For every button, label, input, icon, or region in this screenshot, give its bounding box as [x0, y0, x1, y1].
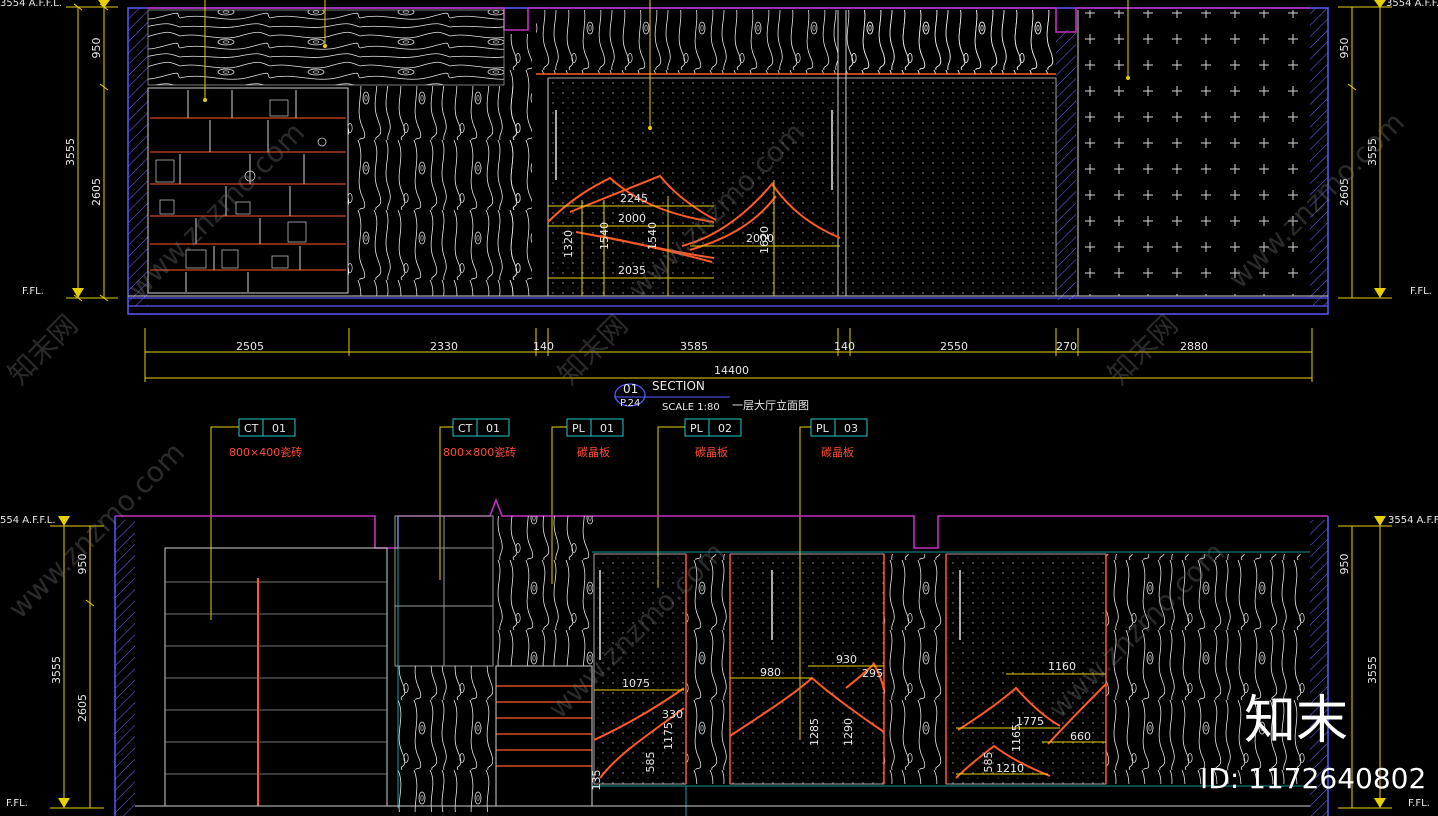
bottom-right-floor-label: F.FL. [1408, 798, 1430, 809]
dim-text: 135 [590, 770, 603, 791]
dim-text: 2605 [76, 694, 89, 722]
dim-text: 2000 [618, 212, 646, 225]
tiled-wall [164, 547, 388, 807]
top-right-level-label: 3554 A.F.F.L. [1386, 0, 1438, 9]
dim-text: 295 [862, 667, 883, 680]
dim-text: 1320 [562, 230, 575, 258]
callout-num: 01 [272, 422, 286, 435]
callout-material: 碳晶板 [695, 445, 728, 459]
dim-text: 3585 [680, 340, 708, 353]
panel-pl02 [729, 553, 885, 785]
callout-material: 800×400瓷砖 [229, 445, 302, 459]
callout-material: 碳晶板 [577, 445, 610, 459]
brand-logo: 知末 [1244, 691, 1348, 751]
callout-num: 01 [486, 422, 500, 435]
callout-ct01-a: CT 01 800×400瓷砖 [210, 418, 302, 620]
dim-text: 950 [1338, 554, 1351, 575]
bottom-left-floor-label: F.FL. [6, 798, 28, 809]
image-id: ID: 1172640802 [1200, 762, 1426, 795]
left-wall-hatch [115, 520, 135, 816]
top-left-level-label: 3554 A.F.F.L. [0, 0, 62, 9]
section-sheet: P.24 [620, 398, 640, 409]
cad-drawing: 3554 A.F.F.L. F.FL. 950 3555 2605 3554 A… [0, 0, 1438, 816]
mid-wall-hatch [1056, 30, 1076, 300]
dim-text: 1210 [996, 762, 1024, 775]
dim-text: 585 [644, 752, 657, 773]
dim-text: 660 [1070, 730, 1091, 743]
bottom-right-level-label: 3554 A.F.F.L. [1388, 515, 1438, 526]
callout-code: CT [458, 422, 473, 435]
dim-text: 950 [1338, 38, 1351, 59]
section-name: 一层大厅立面图 [732, 398, 809, 412]
dim-text: 2330 [430, 340, 458, 353]
dim-text: 2880 [1180, 340, 1208, 353]
section-title: 01 P.24 SECTION SCALE 1:80 一层大厅立面图 [614, 379, 809, 413]
dim-text: 2245 [620, 192, 648, 205]
watermark-text: www.znzmo.com [122, 116, 311, 305]
right-wall-hatch [1310, 8, 1328, 306]
dim-text: 1165 [1010, 724, 1023, 752]
top-right-floor-label: F.FL. [1410, 286, 1432, 297]
watermark-text: 知末网 [1102, 308, 1185, 391]
watermark-text: 知末网 [552, 308, 635, 391]
dim-text: 1285 [808, 718, 821, 746]
watermark-text: 知末网 [2, 308, 85, 391]
bottom-left-level-label: 554 A.F.F.L. [0, 515, 56, 526]
callout-code: PL [816, 422, 830, 435]
callout-code: CT [244, 422, 259, 435]
dim-text: 140 [834, 340, 855, 353]
callout-code: PL [572, 422, 586, 435]
section-scale: SCALE 1:80 [662, 402, 720, 413]
dim-text: 3555 [64, 138, 77, 166]
dim-text: 1075 [622, 677, 650, 690]
ceiling-line [115, 497, 1328, 549]
dim-text: 2505 [236, 340, 264, 353]
dim-text: 1175 [662, 722, 675, 750]
overall-dim: 14400 [714, 364, 749, 377]
callout-material: 800×800瓷砖 [443, 445, 516, 459]
callout-code: PL [690, 422, 704, 435]
dim-text: 270 [1056, 340, 1077, 353]
dim-text: 950 [90, 38, 103, 59]
dim-text: 585 [982, 752, 995, 773]
dim-text: 140 [533, 340, 554, 353]
section-label: SECTION [652, 379, 705, 393]
callout-num: 02 [718, 422, 732, 435]
dim-text: 1540 [598, 222, 611, 250]
dim-text: 980 [760, 666, 781, 679]
dim-text: 1290 [842, 718, 855, 746]
section-number: 01 [623, 382, 638, 396]
dim-text: 1620 [758, 226, 771, 254]
wood-wall-left [348, 86, 526, 296]
dim-text: 3555 [50, 656, 63, 684]
callout-num: 03 [844, 422, 858, 435]
callout-material: 碳晶板 [821, 445, 854, 459]
dim-text: 2550 [940, 340, 968, 353]
callout-num: 01 [600, 422, 614, 435]
top-left-floor-label: F.FL. [22, 286, 44, 297]
dim-text: 3555 [1366, 656, 1379, 684]
dim-text: 330 [662, 708, 683, 721]
watermark-text: www.znzmo.com [2, 436, 191, 625]
dim-text: 930 [836, 653, 857, 666]
dim-text: 2605 [90, 178, 103, 206]
